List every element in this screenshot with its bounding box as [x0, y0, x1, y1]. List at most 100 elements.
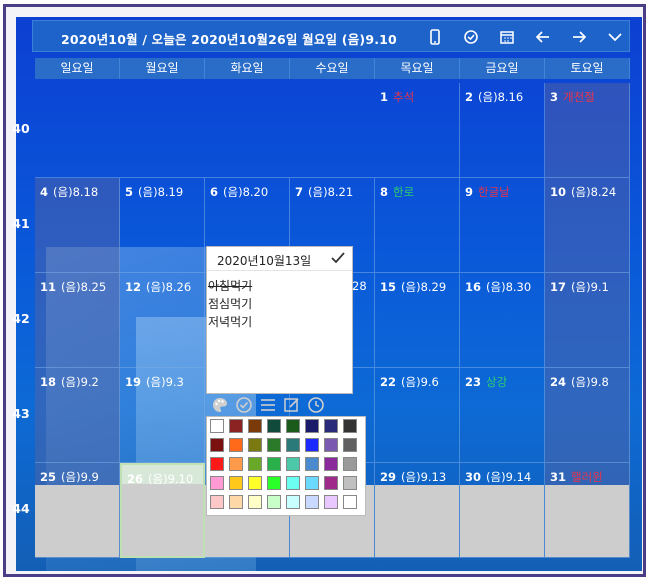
lunar-date-label: (음)8.18: [53, 185, 99, 199]
palette-icon[interactable]: [211, 396, 229, 414]
day-cell[interactable]: 23 상강: [460, 368, 545, 463]
color-swatch[interactable]: [305, 476, 319, 490]
day-number: 25: [40, 470, 57, 484]
color-swatch[interactable]: [267, 457, 281, 471]
color-swatch[interactable]: [267, 438, 281, 452]
lunar-date-label: (음)8.26: [146, 280, 192, 294]
color-swatch[interactable]: [267, 495, 281, 509]
day-cell[interactable]: 30 (음)9.14: [460, 463, 545, 558]
cloud-check-icon[interactable]: [461, 27, 481, 47]
day-cell[interactable]: 16 (음)8.30: [460, 273, 545, 368]
popup-toolbar: [211, 396, 331, 416]
day-cell[interactable]: 5 (음)8.19: [120, 178, 205, 273]
day-label: 25 (음)9.9: [40, 469, 99, 485]
color-swatch[interactable]: [229, 476, 243, 490]
day-cell[interactable]: 18 (음)9.2: [35, 368, 120, 463]
day-cell[interactable]: 31 핼러윈: [545, 463, 630, 558]
todo-item[interactable]: 아침먹기: [208, 277, 252, 294]
day-number: 17: [550, 280, 567, 294]
color-swatch[interactable]: [248, 419, 262, 433]
color-swatch[interactable]: [324, 476, 338, 490]
color-swatch[interactable]: [305, 419, 319, 433]
day-cell[interactable]: 3 개천절: [545, 83, 630, 178]
color-swatch[interactable]: [286, 495, 300, 509]
todo-item[interactable]: 저녁먹기: [208, 313, 252, 330]
color-swatch[interactable]: [286, 438, 300, 452]
phone-icon[interactable]: [425, 27, 445, 47]
color-swatch[interactable]: [286, 476, 300, 490]
day-number: 23: [465, 375, 482, 389]
week-number: 44: [12, 501, 30, 516]
color-swatch[interactable]: [305, 495, 319, 509]
color-swatch[interactable]: [324, 457, 338, 471]
day-number: 30: [465, 470, 482, 484]
chevron-down-icon[interactable]: [605, 27, 625, 47]
list-icon[interactable]: [259, 396, 277, 414]
day-number: 12: [125, 280, 142, 294]
week-number: 43: [12, 406, 30, 421]
todo-item[interactable]: 점심먹기: [208, 295, 252, 312]
empty-day-cell: [290, 83, 375, 178]
color-swatch[interactable]: [210, 495, 224, 509]
color-swatch[interactable]: [229, 495, 243, 509]
day-cell[interactable]: 19 (음)9.3: [120, 368, 205, 463]
color-swatch[interactable]: [305, 457, 319, 471]
color-swatch[interactable]: [210, 476, 224, 490]
color-swatch[interactable]: [324, 419, 338, 433]
color-swatch[interactable]: [343, 476, 357, 490]
color-swatch[interactable]: [210, 419, 224, 433]
color-swatch[interactable]: [248, 495, 262, 509]
color-swatch[interactable]: [343, 419, 357, 433]
color-swatch[interactable]: [248, 438, 262, 452]
weekday-header: 목요일: [375, 58, 460, 79]
day-cell[interactable]: 11 (음)8.25: [35, 273, 120, 368]
color-swatch[interactable]: [286, 419, 300, 433]
color-swatch[interactable]: [229, 438, 243, 452]
day-number: 16: [465, 280, 482, 294]
color-swatch[interactable]: [210, 457, 224, 471]
color-swatch[interactable]: [267, 476, 281, 490]
lunar-date-label: 한로: [393, 185, 415, 199]
arrow-right-icon[interactable]: [569, 27, 589, 47]
week-number: 42: [12, 311, 30, 326]
day-cell[interactable]: 22 (음)9.6: [375, 368, 460, 463]
confirm-check-icon[interactable]: [330, 250, 346, 266]
day-label: 4 (음)8.18: [40, 184, 98, 200]
weekday-header: 수요일: [290, 58, 375, 79]
day-cell[interactable]: 25 (음)9.9: [35, 463, 120, 558]
color-swatch[interactable]: [343, 457, 357, 471]
color-swatch[interactable]: [248, 457, 262, 471]
color-swatch[interactable]: [229, 419, 243, 433]
day-cell[interactable]: 24 (음)9.8: [545, 368, 630, 463]
color-swatch[interactable]: [229, 457, 243, 471]
color-swatch[interactable]: [343, 438, 357, 452]
day-cell[interactable]: 17 (음)9.1: [545, 273, 630, 368]
color-swatch[interactable]: [286, 457, 300, 471]
clock-icon[interactable]: [307, 396, 325, 414]
day-cell[interactable]: 1 추석: [375, 83, 460, 178]
color-swatch[interactable]: [324, 495, 338, 509]
check-circle-icon[interactable]: [235, 396, 253, 414]
arrow-left-icon[interactable]: [533, 27, 553, 47]
day-cell[interactable]: 2 (음)8.16: [460, 83, 545, 178]
color-swatch[interactable]: [267, 419, 281, 433]
lunar-date-label: (음)9.13: [401, 470, 447, 484]
day-label: 16 (음)8.30: [465, 279, 531, 295]
day-cell[interactable]: 9 한글날: [460, 178, 545, 273]
day-cell[interactable]: 26 (음)9.10: [120, 463, 205, 558]
color-swatch[interactable]: [324, 438, 338, 452]
day-cell[interactable]: 8 한로: [375, 178, 460, 273]
color-swatch[interactable]: [210, 438, 224, 452]
calendar-icon[interactable]: [497, 27, 517, 47]
day-cell[interactable]: 4 (음)8.18: [35, 178, 120, 273]
day-number: 2: [465, 90, 474, 104]
day-cell[interactable]: 12 (음)8.26: [120, 273, 205, 368]
day-cell[interactable]: 10 (음)8.24: [545, 178, 630, 273]
color-swatch[interactable]: [305, 438, 319, 452]
color-swatch[interactable]: [343, 495, 357, 509]
edit-icon[interactable]: [283, 396, 301, 414]
day-cell[interactable]: 29 (음)9.13: [375, 463, 460, 558]
lunar-date-label: 상강: [486, 375, 508, 389]
day-cell[interactable]: 15 (음)8.29: [375, 273, 460, 368]
color-swatch[interactable]: [248, 476, 262, 490]
